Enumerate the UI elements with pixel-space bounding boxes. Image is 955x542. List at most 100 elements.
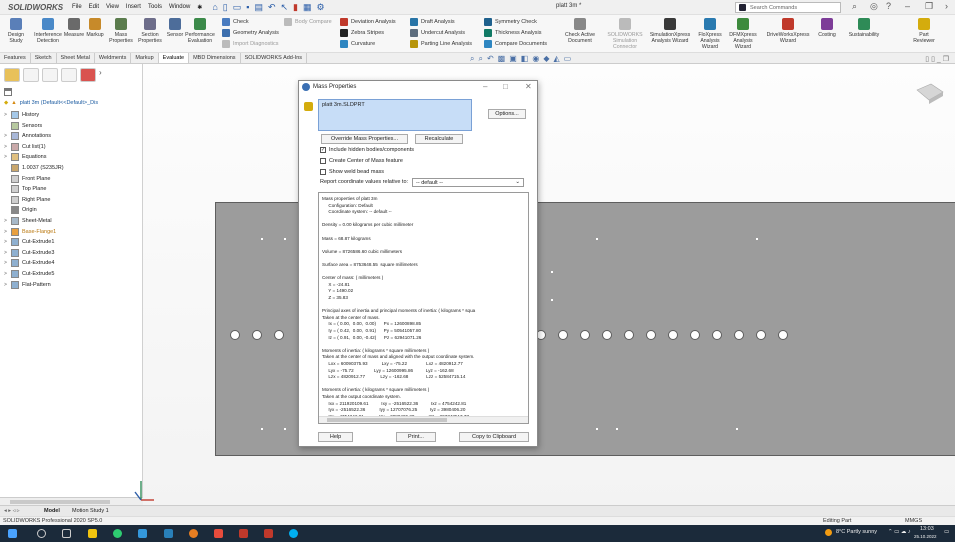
override-mass-properties-button[interactable]: Override Mass Properties... (321, 134, 408, 144)
help-icon[interactable]: ? (886, 1, 891, 11)
import-diagnostics-button[interactable]: Import Diagnostics (222, 40, 279, 48)
tree-item[interactable]: > Flat-Pattern (4, 280, 51, 289)
hide-show-icon[interactable]: ◉ (532, 54, 539, 64)
part-reviewer-button[interactable]: Part Reviewer (905, 17, 943, 44)
floxpress-button[interactable]: FloXpress Analysis Wizard (692, 17, 728, 50)
curvature-button[interactable]: Curvature (340, 40, 375, 48)
expand-arrow-icon[interactable]: > (4, 260, 8, 266)
expand-arrow-icon[interactable]: > (4, 271, 8, 277)
help-button[interactable]: Help (318, 432, 353, 442)
tray-icons[interactable]: ⌃ ▭ ☁ ♪ (888, 529, 911, 535)
expand-arrow-icon[interactable]: > (4, 144, 8, 150)
print-icon[interactable]: ▤ (254, 2, 263, 13)
expand-arrow-icon[interactable]: > (4, 282, 8, 288)
edge-browser-icon[interactable] (113, 529, 122, 538)
tab-motion-study[interactable]: Motion Study 1 (72, 508, 109, 514)
configurationmanager-tab-icon[interactable] (42, 68, 58, 82)
menu-edit[interactable]: Edit (89, 4, 99, 11)
tree-item[interactable]: Front Plane (4, 174, 50, 183)
display-style-icon[interactable]: ◧ (521, 54, 529, 64)
search-taskbar-icon[interactable] (37, 529, 46, 538)
tree-item[interactable]: > Cut-Extrude4 (4, 259, 54, 268)
solidworks-taskbar-icon[interactable] (264, 529, 273, 538)
restore-icon[interactable]: ❐ (925, 1, 933, 12)
tab-sheet-metal[interactable]: Sheet Metal (57, 53, 95, 63)
driveworksxpress-button[interactable]: DriveWorksXpress Wizard (760, 17, 816, 44)
tab-markup[interactable]: Markup (131, 53, 159, 63)
home-icon[interactable]: ⌂ (212, 2, 217, 13)
output-horizontal-scrollbar[interactable] (319, 416, 528, 423)
view-cube-icon[interactable] (915, 82, 945, 104)
apply-scene-icon[interactable]: ◭ (554, 54, 560, 64)
tab-scroll-arrows-icon[interactable]: ◂ ▸ ◃ ▹ (4, 508, 20, 514)
dimxpertmanager-tab-icon[interactable] (61, 68, 77, 82)
tab-model[interactable]: Model (44, 508, 60, 514)
tab-features[interactable]: Features (0, 53, 31, 63)
draft-analysis-button[interactable]: Draft Analysis (410, 18, 455, 26)
windows-start-icon[interactable] (8, 529, 17, 538)
expand-arrow-icon[interactable]: > (4, 112, 8, 118)
coordinate-system-select[interactable]: -- default -- ⌄ (412, 178, 524, 187)
simulation-connector-button[interactable]: SOLIDWORKS Simulation Connector (603, 17, 647, 50)
parting-line-analysis-button[interactable]: Parting Line Analysis (410, 40, 472, 48)
skype-icon[interactable] (289, 529, 298, 538)
body-compare-button[interactable]: Body Compare (284, 18, 332, 26)
firefox-icon[interactable] (189, 529, 198, 538)
expand-arrow-icon[interactable]: > (4, 218, 8, 224)
mail-icon[interactable] (138, 529, 147, 538)
performance-evaluation-button[interactable]: Performance Evaluation (180, 17, 220, 44)
tree-item[interactable]: > Equations (4, 153, 46, 162)
options-gear-icon[interactable]: ⚙ (317, 2, 325, 13)
expand-arrow-icon[interactable]: > (4, 239, 8, 245)
expand-arrow-icon[interactable]: > (4, 229, 8, 235)
menu-insert[interactable]: Insert (126, 4, 141, 11)
tree-item[interactable]: > Cut-Extrude3 (4, 248, 54, 257)
save-icon[interactable]: ▪ (246, 2, 249, 13)
thickness-analysis-button[interactable]: Thickness Analysis (484, 29, 541, 37)
tree-item[interactable]: > Cut-Extrude5 (4, 270, 54, 278)
open-icon[interactable]: ▭ (233, 2, 242, 13)
file-explorer-icon[interactable] (88, 529, 97, 538)
section-view-icon[interactable]: ▩ (498, 54, 506, 64)
tree-more-chevron-icon[interactable]: › (99, 68, 102, 78)
expand-arrow-icon[interactable]: > (4, 250, 8, 256)
compare-documents-button[interactable]: Compare Documents (484, 40, 547, 48)
options-button[interactable]: Options... (488, 109, 526, 119)
menu-tools[interactable]: Tools (148, 4, 162, 11)
menu-file[interactable]: File (72, 4, 82, 11)
selected-item[interactable]: platt 3m.SLDPRT (322, 102, 365, 108)
copy-to-clipboard-button[interactable]: Copy to Clipboard (459, 432, 529, 442)
tree-root-part[interactable]: ◆ ▲ platt 3m (Default<<Default>_Dis (4, 100, 98, 106)
costing-button[interactable]: Costing (812, 17, 842, 38)
sustainability-button[interactable]: Sustainability (843, 17, 885, 38)
tab-weldments[interactable]: Weldments (95, 53, 132, 63)
expand-arrow-icon[interactable]: > (4, 154, 8, 160)
viewport-restore-icon[interactable]: ❐ (943, 56, 949, 63)
new-document-icon[interactable]: ▯ (223, 2, 228, 13)
rebuild-icon[interactable]: ▮ (293, 2, 298, 13)
menu-window[interactable]: Window (169, 4, 190, 11)
filter-icon[interactable] (4, 88, 12, 96)
geometry-analysis-button[interactable]: Geometry Analysis (222, 29, 279, 37)
tab-sketch[interactable]: Sketch (31, 53, 57, 63)
mass-properties-output[interactable]: Mass properties of platt 3m Configuratio… (318, 192, 529, 424)
check-active-document-button[interactable]: Check Active Document (555, 17, 605, 44)
simulationxpress-button[interactable]: SimulationXpress Analysis Wizard (644, 17, 696, 44)
tab-evaluate[interactable]: Evaluate (158, 53, 190, 63)
propertymanager-tab-icon[interactable] (23, 68, 39, 82)
clock-time[interactable]: 13:03 (920, 526, 934, 532)
tree-item[interactable]: Origin (4, 206, 37, 215)
file-properties-icon[interactable]: ▦ (303, 2, 312, 13)
tree-horizontal-scrollbar[interactable] (0, 497, 143, 505)
search-commands-input[interactable]: Search Commands (735, 2, 841, 13)
units-selector[interactable]: MMGS (905, 518, 922, 524)
previous-view-icon[interactable]: ↶ (487, 54, 494, 64)
print-button[interactable]: Print... (396, 432, 436, 442)
outlook-icon[interactable] (164, 529, 173, 538)
menu-view[interactable]: View (106, 4, 119, 11)
tab-mbd-dimensions[interactable]: MBD Dimensions (189, 53, 241, 63)
dialog-close-icon[interactable]: ✕ (525, 82, 532, 91)
user-icon[interactable]: ◎ (870, 1, 878, 12)
tree-item[interactable]: Top Plane (4, 185, 46, 194)
selected-items-list[interactable]: platt 3m.SLDPRT (318, 99, 472, 131)
